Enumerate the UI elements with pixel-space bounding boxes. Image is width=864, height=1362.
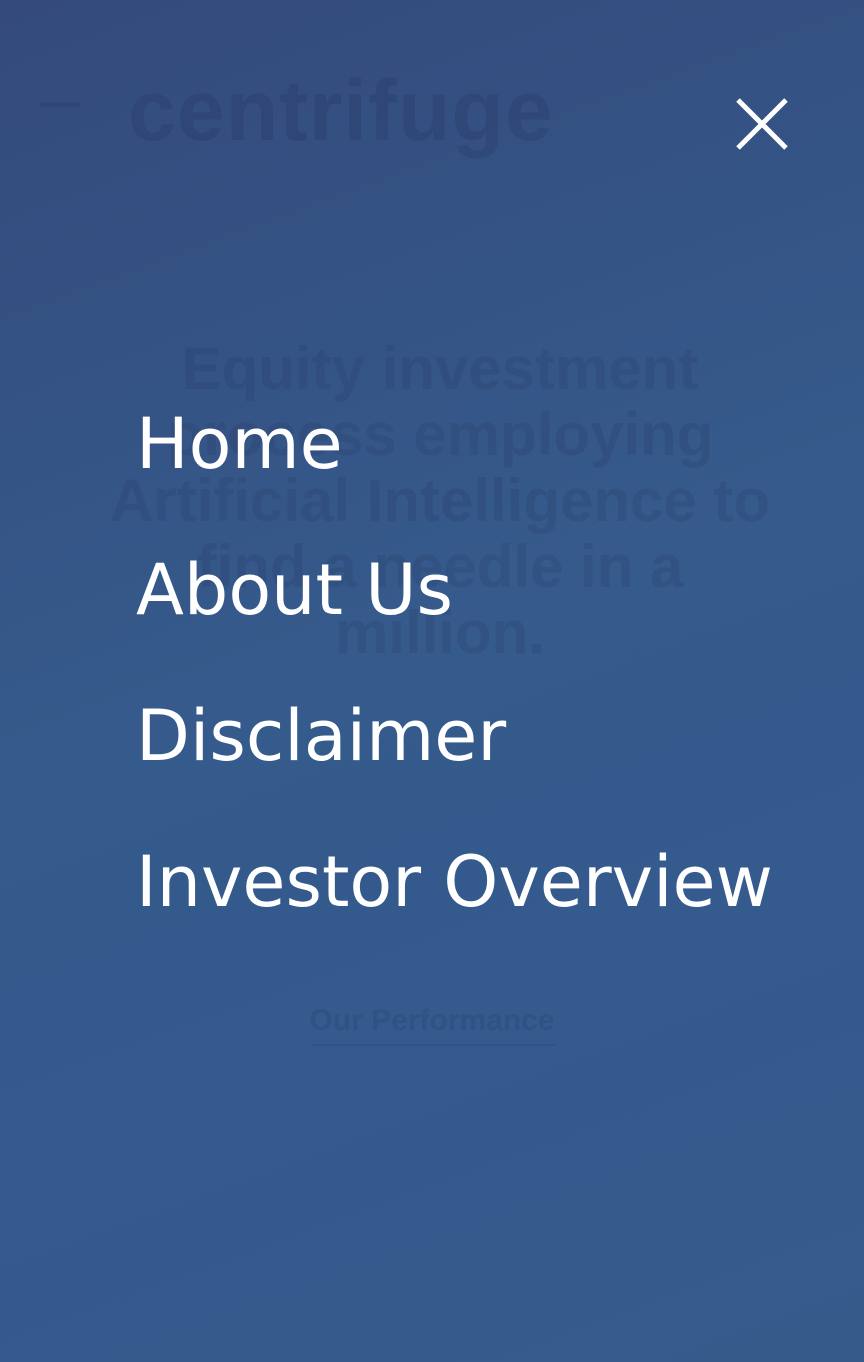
menu-item-home[interactable]: Home	[136, 394, 773, 540]
background-cta-underline	[312, 1044, 556, 1046]
menu-item-about-us[interactable]: About Us	[136, 540, 773, 686]
close-icon	[736, 98, 788, 150]
close-menu-button[interactable]	[728, 92, 794, 158]
menu-item-disclaimer[interactable]: Disclaimer	[136, 686, 773, 832]
background-logo: centrifuge	[128, 63, 554, 159]
menu-link-home[interactable]: Home	[136, 394, 773, 494]
background-cta: Our Performance	[309, 1004, 555, 1037]
menu-link-about-us[interactable]: About Us	[136, 540, 773, 640]
background-logo-mark: —	[40, 80, 80, 124]
menu-item-investor-overview[interactable]: Investor Overview	[136, 832, 773, 978]
menu-link-investor-overview[interactable]: Investor Overview	[136, 832, 773, 932]
menu-link-disclaimer[interactable]: Disclaimer	[136, 686, 773, 786]
nav-menu: Home About Us Disclaimer Investor Overvi…	[136, 394, 773, 978]
